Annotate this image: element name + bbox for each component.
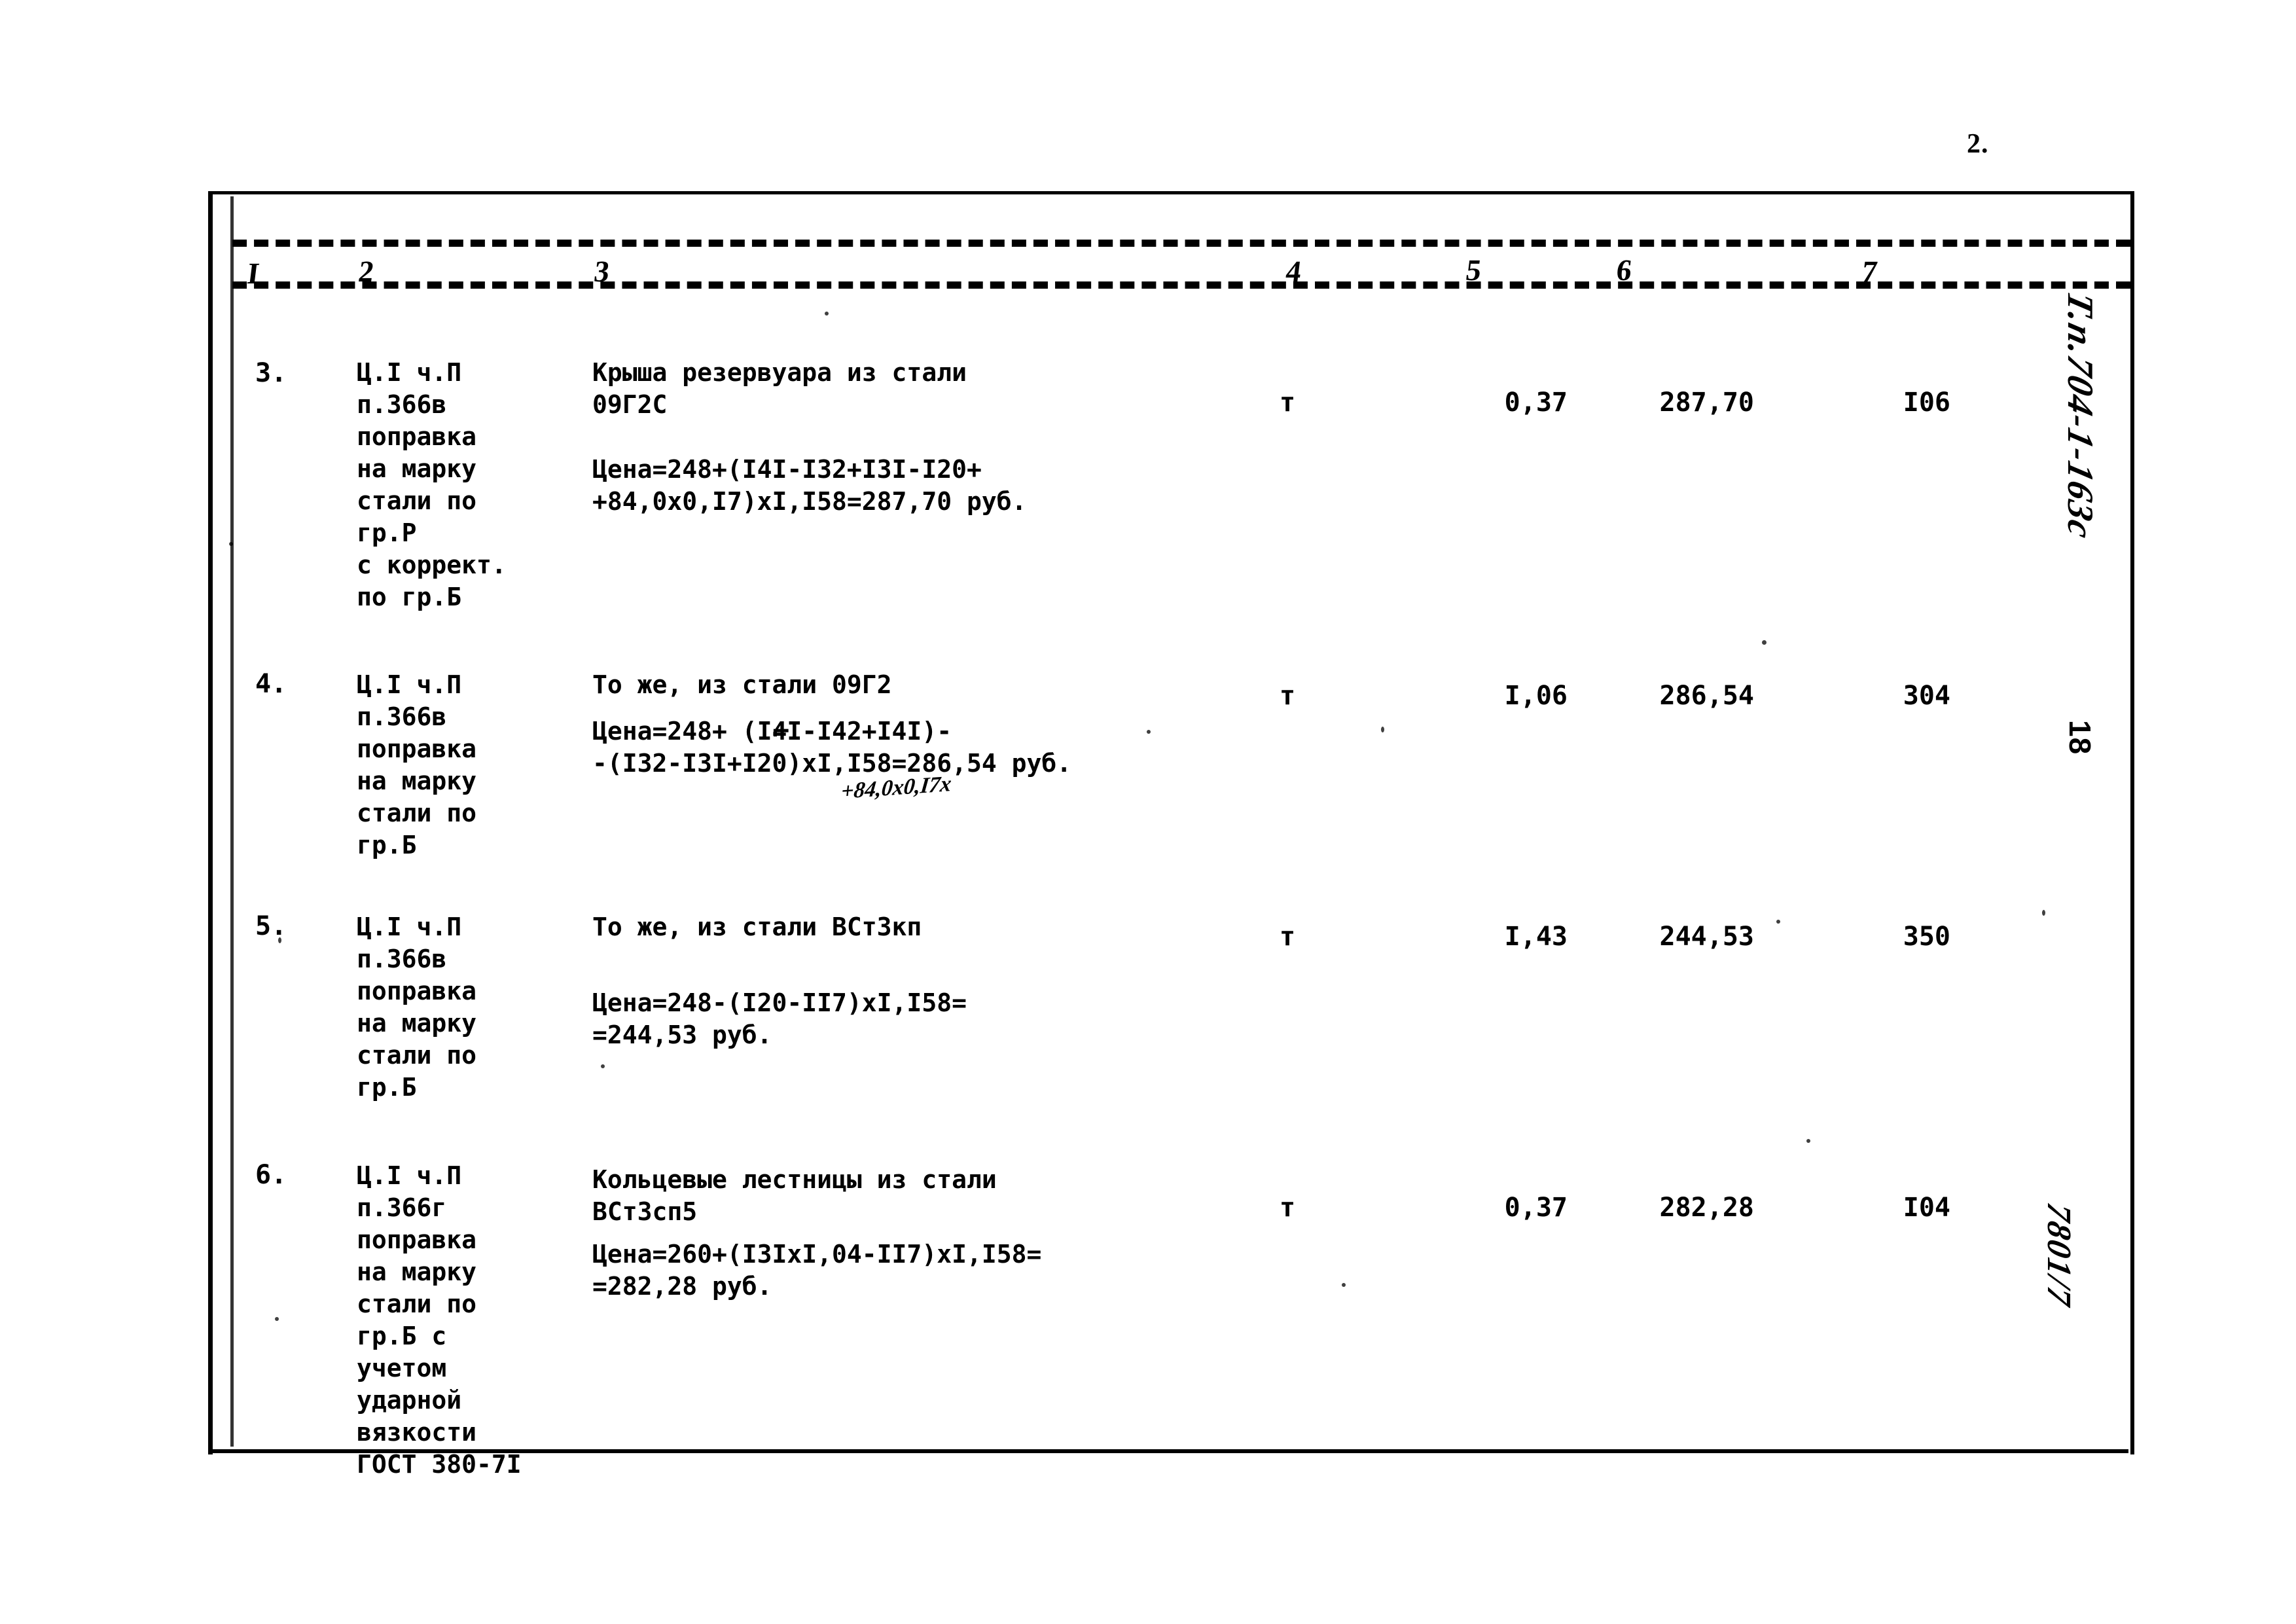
row-quantity: I,06 bbox=[1504, 681, 1568, 711]
row-unit: т bbox=[1280, 388, 1296, 418]
scan-speck bbox=[1342, 1283, 1346, 1287]
row-unit: т bbox=[1280, 681, 1296, 711]
table-border-top bbox=[209, 191, 2134, 194]
row-justification: Ц.I ч.П п.366в поправка на марку стали п… bbox=[357, 912, 477, 1102]
row-description-title: Крыша резервуара из стали 09Г2С bbox=[592, 358, 967, 419]
row-quantity: 0,37 bbox=[1504, 388, 1568, 418]
scan-speck bbox=[1806, 1139, 1810, 1143]
margin-note-archive-code: 7801/7 bbox=[2040, 1199, 2077, 1310]
margin-note-project-code: Т.п.704-1-163с bbox=[2060, 287, 2100, 544]
row-price: 244,53 bbox=[1659, 922, 1755, 952]
row-description-formula: Цена=260+(I3IхI,04-II7)хI,I58= =282,28 р… bbox=[592, 1240, 1042, 1301]
scan-speck bbox=[601, 1064, 605, 1068]
scan-speck bbox=[2042, 910, 2045, 916]
header-rule-lower bbox=[232, 281, 2130, 289]
scan-speck bbox=[1762, 640, 1767, 645]
row-description-formula: Цена=248+ (I4I-I42+I4I)- -(I32-I3I+I20)х… bbox=[592, 717, 1072, 778]
scan-speck bbox=[278, 937, 281, 943]
row-description-title: То же, из стали 09Г2 bbox=[592, 670, 892, 699]
scan-speck bbox=[1776, 920, 1780, 924]
scan-speck bbox=[825, 312, 829, 316]
row-description-formula: Цена=248-(I20-II7)хI,I58= =244,53 руб. bbox=[592, 988, 967, 1049]
scan-speck bbox=[229, 542, 233, 546]
row-number: 4. bbox=[255, 669, 287, 699]
table-border-right bbox=[2130, 191, 2134, 1454]
row-justification: Ц.I ч.П п.366в поправка на марку стали п… bbox=[357, 358, 507, 611]
row-price: 287,70 bbox=[1659, 388, 1755, 418]
margin-note-sheet-number: 18 bbox=[2063, 720, 2097, 755]
row-description-formula: Цена=248+(I4I-I32+I3I-I20+ +84,0х0,I7)хI… bbox=[592, 455, 1027, 516]
row-total: 304 bbox=[1903, 681, 1950, 711]
row-price: 286,54 bbox=[1659, 681, 1755, 711]
row-price: 282,28 bbox=[1659, 1193, 1755, 1223]
row-total: I04 bbox=[1903, 1193, 1950, 1223]
row-unit: т bbox=[1280, 922, 1296, 952]
document-page: 2. I 2 3 4 5 6 7 3. Ц.I ч.П п.366в попра… bbox=[0, 0, 2296, 1624]
row-total: 350 bbox=[1903, 922, 1950, 952]
row-justification: Ц.I ч.П п.366в поправка на марку стали п… bbox=[357, 670, 477, 859]
row-justification: Ц.I ч.П п.366г поправка на марку стали п… bbox=[357, 1161, 522, 1479]
row-unit: т bbox=[1280, 1193, 1296, 1223]
scan-speck bbox=[1147, 730, 1151, 734]
page-number: 2. bbox=[1967, 129, 1989, 159]
scan-speck bbox=[1381, 727, 1384, 732]
hand-bracket-glyph: ⌐ bbox=[772, 715, 790, 749]
table-border-left-inner bbox=[230, 196, 234, 1447]
row-number: 3. bbox=[255, 358, 287, 388]
row-description-title: То же, из стали ВСт3кп bbox=[592, 912, 922, 941]
row-number: 6. bbox=[255, 1160, 287, 1190]
header-rule-upper bbox=[232, 240, 2130, 247]
scan-speck bbox=[275, 1317, 279, 1321]
table-border-left-outer bbox=[208, 191, 213, 1454]
row-quantity: I,43 bbox=[1504, 922, 1568, 952]
row-description-title: Кольцевые лестницы из стали ВСт3сп5 bbox=[592, 1165, 997, 1226]
row-total: I06 bbox=[1903, 388, 1950, 418]
row-number: 5. bbox=[255, 911, 287, 941]
row-quantity: 0,37 bbox=[1504, 1193, 1568, 1223]
